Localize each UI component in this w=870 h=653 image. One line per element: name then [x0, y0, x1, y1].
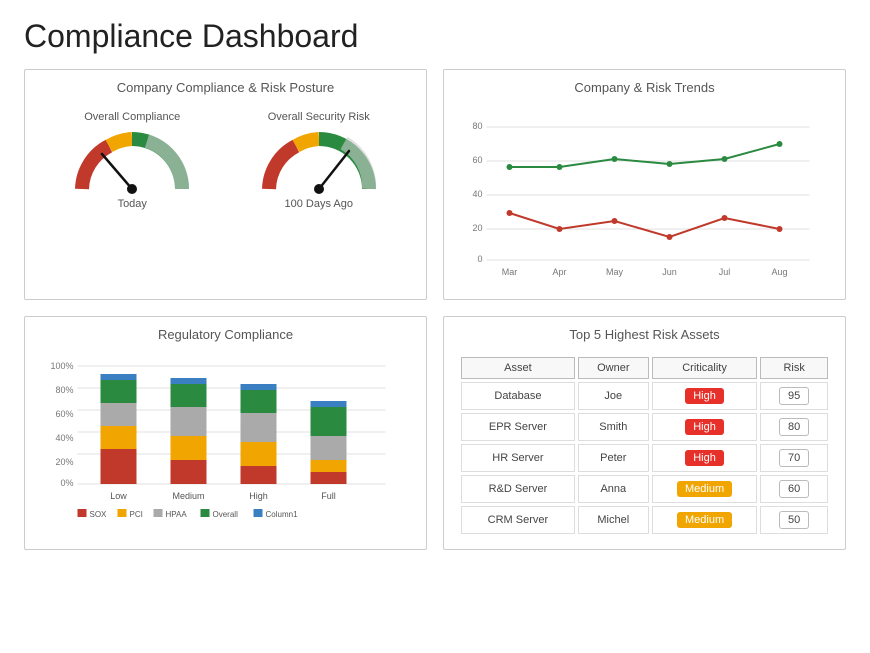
gauge1-svg: [72, 129, 192, 194]
cell-criticality: High: [652, 444, 758, 472]
posture-panel: Company Compliance & Risk Posture Overal…: [24, 69, 427, 300]
criticality-badge: Medium: [677, 481, 732, 497]
svg-text:80: 80: [472, 121, 482, 131]
svg-text:Medium: Medium: [172, 491, 204, 501]
cell-owner: Joe: [578, 382, 649, 410]
svg-text:Aug: Aug: [771, 267, 787, 277]
cell-asset: HR Server: [461, 444, 575, 472]
header-owner: Owner: [578, 357, 649, 379]
cell-owner: Smith: [578, 413, 649, 441]
assets-panel-title: Top 5 Highest Risk Assets: [458, 327, 831, 346]
table-row: EPR ServerSmith High 80: [461, 413, 828, 441]
regulatory-chart: 100% 80% 60% 40% 20% 0%: [39, 354, 412, 524]
cell-criticality: High: [652, 413, 758, 441]
gauge2-sublabel: 100 Days Ago: [285, 198, 354, 210]
criticality-badge: High: [685, 388, 724, 404]
gauge1-label: Overall Compliance: [84, 111, 180, 123]
trends-chart: 80 60 40 20 0 Mar Apr May Jun Jul Aug: [458, 107, 831, 282]
svg-text:May: May: [606, 267, 624, 277]
regulatory-panel-title: Regulatory Compliance: [39, 327, 412, 346]
svg-text:60%: 60%: [55, 409, 73, 419]
risk-value: 60: [779, 480, 809, 498]
gauge2-label: Overall Security Risk: [268, 111, 370, 123]
cell-risk: 50: [760, 506, 828, 534]
page-title: Compliance Dashboard: [24, 18, 846, 55]
trends-panel-title: Company & Risk Trends: [458, 80, 831, 99]
cell-risk: 80: [760, 413, 828, 441]
header-asset: Asset: [461, 357, 575, 379]
svg-text:20%: 20%: [55, 457, 73, 467]
risk-value: 70: [779, 449, 809, 467]
svg-text:High: High: [249, 491, 268, 501]
gauge1-sublabel: Today: [118, 198, 147, 210]
svg-text:PCI: PCI: [130, 510, 143, 519]
cell-risk: 60: [760, 475, 828, 503]
gauge2-svg: [259, 129, 379, 194]
risk-value: 50: [779, 511, 809, 529]
table-row: HR ServerPeter High 70: [461, 444, 828, 472]
gauge1-item: Overall Compliance Today: [72, 111, 192, 210]
svg-text:20: 20: [472, 223, 482, 233]
svg-text:Jun: Jun: [662, 267, 677, 277]
cell-criticality: Medium: [652, 506, 758, 534]
criticality-badge: High: [685, 419, 724, 435]
svg-text:Overall: Overall: [213, 510, 239, 519]
header-criticality: Criticality: [652, 357, 758, 379]
posture-panel-title: Company Compliance & Risk Posture: [39, 80, 412, 99]
cell-owner: Peter: [578, 444, 649, 472]
svg-text:Low: Low: [110, 491, 127, 501]
cell-asset: Database: [461, 382, 575, 410]
cell-asset: EPR Server: [461, 413, 575, 441]
svg-text:0: 0: [477, 254, 482, 264]
cell-owner: Michel: [578, 506, 649, 534]
cell-criticality: Medium: [652, 475, 758, 503]
svg-text:Overall Security Risk: Overall Security Risk: [639, 281, 714, 282]
svg-text:60: 60: [472, 155, 482, 165]
cell-asset: R&D Server: [461, 475, 575, 503]
gauge-container: Overall Compliance Today: [39, 107, 412, 210]
svg-text:80%: 80%: [55, 385, 73, 395]
dashboard-grid: Company Compliance & Risk Posture Overal…: [24, 69, 846, 550]
risk-value: 95: [779, 387, 809, 405]
assets-panel: Top 5 Highest Risk Assets Asset Owner Cr…: [443, 316, 846, 550]
svg-text:HPAA: HPAA: [166, 510, 188, 519]
svg-text:100%: 100%: [50, 361, 73, 371]
svg-text:Jul: Jul: [719, 267, 731, 277]
svg-text:Column1: Column1: [266, 510, 299, 519]
risk-value: 80: [779, 418, 809, 436]
criticality-badge: High: [685, 450, 724, 466]
svg-text:40%: 40%: [55, 433, 73, 443]
svg-text:Full: Full: [321, 491, 336, 501]
svg-text:SOX: SOX: [90, 510, 108, 519]
table-row: CRM ServerMichel Medium 50: [461, 506, 828, 534]
cell-criticality: High: [652, 382, 758, 410]
regulatory-panel: Regulatory Compliance 100% 80% 60% 40% 2…: [24, 316, 427, 550]
trends-panel: Company & Risk Trends 80 60 40 20 0 Mar …: [443, 69, 846, 300]
svg-text:0%: 0%: [60, 478, 73, 488]
svg-text:Mar: Mar: [502, 267, 518, 277]
svg-text:Apr: Apr: [552, 267, 566, 277]
cell-asset: CRM Server: [461, 506, 575, 534]
criticality-badge: Medium: [677, 512, 732, 528]
table-row: R&D ServerAnna Medium 60: [461, 475, 828, 503]
gauge2-item: Overall Security Risk 100 Days Ago: [259, 111, 379, 210]
table-row: DatabaseJoe High 95: [461, 382, 828, 410]
cell-risk: 95: [760, 382, 828, 410]
svg-text:Overall Compliance: Overall Compliance: [519, 281, 589, 282]
assets-table: Asset Owner Criticality Risk DatabaseJoe…: [458, 354, 831, 537]
cell-owner: Anna: [578, 475, 649, 503]
header-risk: Risk: [760, 357, 828, 379]
svg-text:40: 40: [472, 189, 482, 199]
cell-risk: 70: [760, 444, 828, 472]
